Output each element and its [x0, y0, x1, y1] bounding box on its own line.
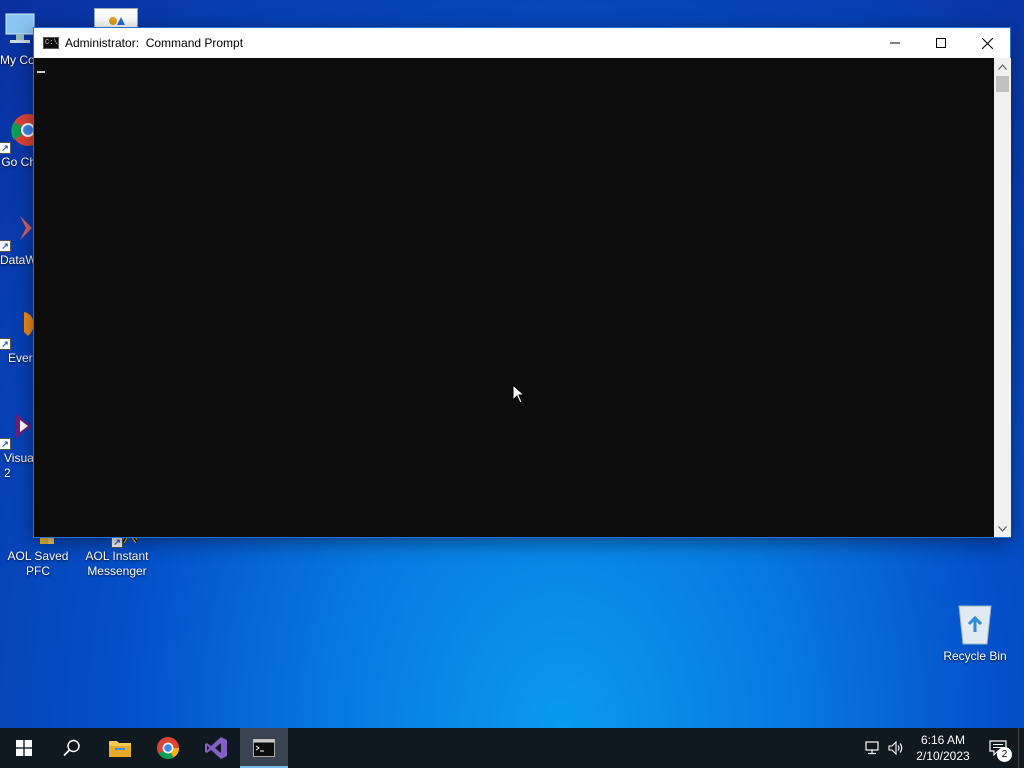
minimize-button[interactable]: [872, 28, 918, 58]
shortcut-arrow-icon: ↗: [0, 142, 11, 154]
action-center-button[interactable]: 2: [978, 728, 1018, 768]
scrollbar-thumb[interactable]: [996, 76, 1009, 92]
console-output[interactable]: [34, 58, 994, 537]
taskbar-clock[interactable]: 6:16 AM 2/10/2023: [908, 732, 978, 764]
desktop-icon-label: AOL Saved PFC: [7, 549, 69, 578]
close-button[interactable]: [964, 28, 1010, 58]
window-title: Administrator: Command Prompt: [65, 36, 244, 50]
maximize-button[interactable]: [918, 28, 964, 58]
taskbar-command-prompt[interactable]: [240, 728, 288, 768]
desktop-icon-recycle-bin[interactable]: Recycle Bin: [937, 602, 1013, 664]
desktop: My Co ↗ Go Ch ↗ DataW ↗ Ever ↗ Visua 2 A…: [0, 0, 1024, 728]
network-icon: [865, 741, 879, 755]
visual-studio-icon: [205, 737, 227, 759]
system-tray: 6:16 AM 2/10/2023 2: [860, 728, 1024, 768]
close-icon: [981, 37, 993, 49]
clock-date: 2/10/2023: [916, 749, 970, 763]
scroll-up-button[interactable]: [994, 58, 1011, 75]
chevron-up-icon: [998, 63, 1007, 70]
taskbar-file-explorer[interactable]: [96, 728, 144, 768]
shortcut-arrow-icon: ↗: [0, 338, 11, 350]
chrome-icon: [157, 737, 179, 759]
command-prompt-icon[interactable]: C:\_: [43, 37, 62, 49]
taskbar-visual-studio[interactable]: [192, 728, 240, 768]
recycle-bin-icon: [955, 602, 995, 646]
search-button[interactable]: [48, 728, 96, 768]
text-cursor: [37, 71, 45, 73]
vertical-scrollbar[interactable]: [994, 58, 1011, 537]
scroll-down-button[interactable]: [994, 520, 1011, 537]
shortcut-arrow-icon: ↗: [0, 240, 11, 252]
minimize-icon: [890, 42, 900, 44]
show-desktop-button[interactable]: [1018, 728, 1024, 768]
chevron-down-icon: [998, 525, 1007, 532]
taskbar: 6:16 AM 2/10/2023 2: [0, 728, 1024, 768]
notification-count-badge: 2: [997, 747, 1012, 762]
volume-icon: [888, 741, 903, 755]
maximize-icon: [936, 38, 946, 48]
clock-time: 6:16 AM: [920, 733, 966, 747]
start-windows-icon: [16, 740, 32, 756]
start-button[interactable]: [0, 728, 48, 768]
taskbar-chrome[interactable]: [144, 728, 192, 768]
window-titlebar[interactable]: C:\_ Administrator: Command Prompt: [34, 28, 1010, 58]
shortcut-arrow-icon: ↗: [0, 438, 11, 450]
command-prompt-window[interactable]: C:\_ Administrator: Command Prompt: [33, 27, 1011, 538]
command-prompt-icon: [253, 739, 275, 757]
search-icon: [63, 739, 80, 757]
network-button[interactable]: [860, 728, 884, 768]
desktop-icon-label: Recycle Bin: [943, 649, 1007, 663]
desktop-icon-label: AOL Instant Messenger: [85, 549, 149, 578]
file-explorer-icon: [109, 741, 131, 757]
volume-button[interactable]: [884, 728, 908, 768]
mouse-pointer-icon: [512, 384, 526, 404]
